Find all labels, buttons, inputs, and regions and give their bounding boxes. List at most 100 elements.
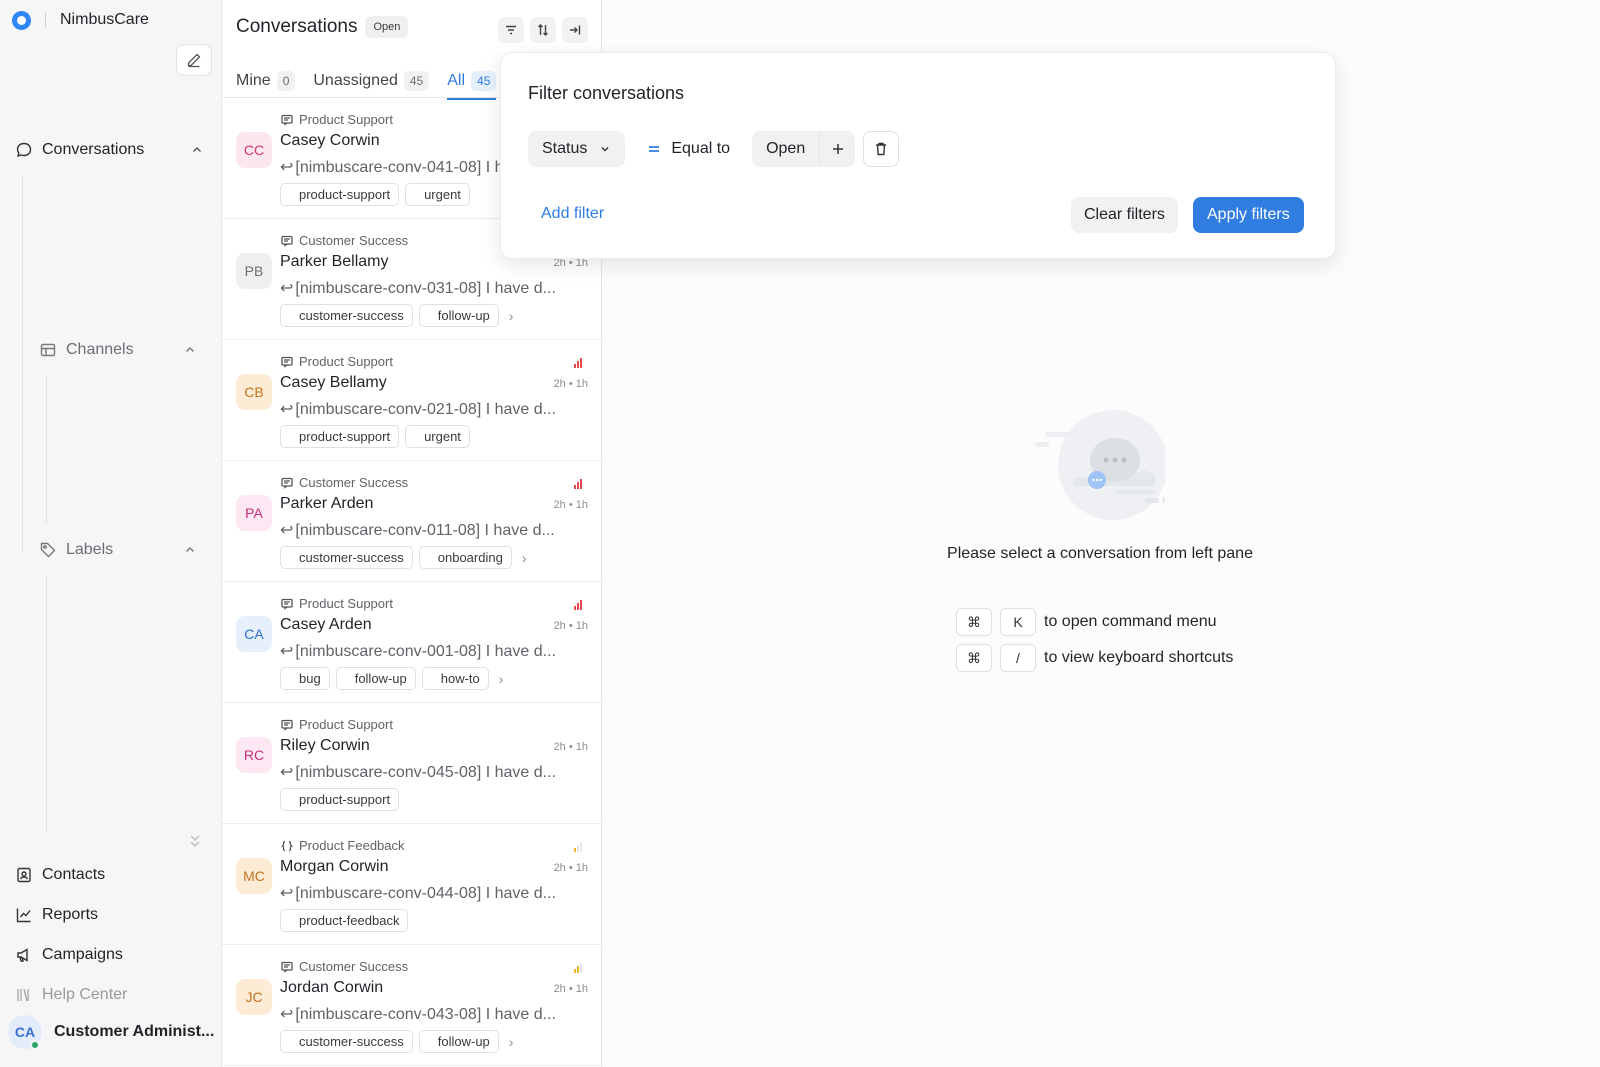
inbox-name: Product Feedback xyxy=(299,838,405,853)
label-chip[interactable]: product-support xyxy=(280,183,400,206)
shortcut-keyboard-shortcuts: ⌘ / to view keyboard shortcuts xyxy=(956,644,1233,672)
label-list: product-support urgent xyxy=(280,425,476,448)
collapse-panel-button[interactable] xyxy=(562,17,588,43)
chevron-up-icon[interactable] xyxy=(183,543,197,557)
avatar: PB xyxy=(236,253,272,289)
clear-filters-button[interactable]: Clear filters xyxy=(1071,197,1178,233)
contact-name: Riley Corwin xyxy=(280,737,370,754)
reply-icon: ↩ xyxy=(280,1006,294,1023)
conversation-item[interactable]: RC Product Support Riley Corwin 2h • 1h ↩ [ni… xyxy=(222,703,601,824)
label-chip[interactable]: product-support xyxy=(280,425,400,448)
nav-help-center-label: Help Center xyxy=(42,986,128,1003)
sidebar: NimbusCare Conversations Channels Labels… xyxy=(0,0,222,1067)
sort-button[interactable] xyxy=(530,17,556,43)
label-list: customer-success onboarding › xyxy=(280,546,526,569)
filter-operator-select[interactable]: Equal to xyxy=(647,140,730,158)
preview-text: [nimbuscare-conv-021-08] I have d... xyxy=(295,401,556,418)
conversation-item[interactable]: MC Product Feedback Morgan Corwin 2h • 1h ↩[… xyxy=(222,824,601,945)
label-chip[interactable]: follow-up xyxy=(418,1030,499,1053)
key-cmd: ⌘ xyxy=(956,608,992,636)
reply-icon: ↩ xyxy=(280,280,294,297)
chevron-up-icon[interactable] xyxy=(190,143,204,157)
label-chip[interactable]: product-feedback xyxy=(280,909,409,932)
plus-icon xyxy=(832,144,843,154)
label-chip[interactable]: bug xyxy=(280,667,330,690)
filter-button[interactable] xyxy=(498,17,524,43)
label-chip[interactable]: urgent xyxy=(405,425,470,448)
tab-all[interactable]: All 45 xyxy=(447,64,497,100)
add-filter-button[interactable]: Add filter xyxy=(541,205,604,223)
preview-text: [nimbuscare-conv-001-08] I have d... xyxy=(295,643,556,660)
label-chip[interactable]: customer-success xyxy=(280,546,413,569)
label-chip[interactable]: customer-success xyxy=(280,1030,413,1053)
status-badge[interactable]: Open xyxy=(365,16,409,38)
inbox-label: Product Support xyxy=(280,596,393,611)
nav-contacts[interactable]: Contacts xyxy=(14,865,105,885)
label-chip[interactable]: follow-up xyxy=(335,667,416,690)
label-list: product-support xyxy=(280,788,405,811)
brand-logo xyxy=(12,10,31,30)
avatar-initials: CA xyxy=(14,1024,36,1040)
label-chip[interactable]: follow-up xyxy=(418,304,499,327)
chevron-right-icon[interactable]: › xyxy=(509,1034,514,1050)
conversation-item[interactable]: PA Customer Success Parker Arden 2h • 1h ↩ [n… xyxy=(222,461,601,582)
nav-help-center[interactable]: Help Center xyxy=(14,985,127,1005)
nav-tree-line xyxy=(22,175,23,553)
nav-conversations[interactable]: Conversations xyxy=(14,140,144,160)
inbox-icon xyxy=(280,960,294,974)
label-chip[interactable]: onboarding xyxy=(418,546,512,569)
contact-name: Morgan Corwin xyxy=(280,858,389,875)
message-preview: ↩ [nimbuscare-conv-021-08] I have d... xyxy=(280,399,580,419)
label-chip[interactable]: how-to xyxy=(421,667,489,690)
filter-value[interactable]: Open xyxy=(752,140,819,158)
priority-icon xyxy=(574,842,586,852)
reply-icon: ↩ xyxy=(280,643,294,660)
chevron-right-icon[interactable]: › xyxy=(499,671,504,687)
chevron-right-icon[interactable]: › xyxy=(509,308,514,324)
tab-mine[interactable]: Mine 0 xyxy=(236,64,296,98)
label-chip[interactable]: customer-success xyxy=(280,304,413,327)
nav-reports[interactable]: Reports xyxy=(14,905,98,925)
delete-filter-button[interactable] xyxy=(863,131,900,167)
contact-name: Casey Corwin xyxy=(280,132,380,149)
compose-button[interactable] xyxy=(176,44,212,76)
conversation-item[interactable]: JC Customer Success Jordan Corwin 2h • 1h ↩[… xyxy=(222,945,601,1066)
label-list: bug follow-up how-to › xyxy=(280,667,503,690)
label-chip[interactable]: urgent xyxy=(405,183,470,206)
conversation-tabs: Mine 0 Unassigned 45 All 45 xyxy=(236,64,514,100)
avatar-initials: CB xyxy=(244,384,264,400)
inbox-icon xyxy=(280,234,294,248)
priority-icon xyxy=(574,358,586,368)
chevron-up-icon[interactable] xyxy=(183,343,197,357)
chevron-right-icon[interactable]: › xyxy=(522,550,527,566)
current-user[interactable]: CA Customer Administ... xyxy=(8,1015,214,1050)
brand-separator xyxy=(45,13,46,27)
nav-contacts-label: Contacts xyxy=(42,866,106,883)
preview-text: [nimbuscare-conv-031-08] I have d... xyxy=(295,280,556,297)
apply-filters-button[interactable]: Apply filters xyxy=(1193,197,1304,233)
inbox-name: Product Support xyxy=(299,354,393,369)
reply-icon: ↩ xyxy=(280,885,294,902)
conversation-item[interactable]: CA Product Support Casey Arden 2h • 1h ↩ [nim… xyxy=(222,582,601,703)
tab-label: All xyxy=(447,72,466,89)
add-value-button[interactable] xyxy=(819,131,855,167)
tab-count: 45 xyxy=(471,71,497,91)
double-chevron-down-icon[interactable] xyxy=(187,830,203,852)
conversation-item[interactable]: CB Product Support Casey Bellamy 2h • 1h ↩ [n… xyxy=(222,340,601,461)
message-preview: ↩ [nimbuscare-conv-011-08] I have d... xyxy=(280,520,580,540)
nav-channels[interactable]: Channels xyxy=(38,340,134,360)
channels-tree-line xyxy=(46,375,47,523)
inbox-label: Customer Success xyxy=(280,959,408,974)
nav-labels-label: Labels xyxy=(66,541,114,558)
tag-icon xyxy=(38,540,58,560)
label-chip[interactable]: product-support xyxy=(280,788,400,811)
nav-labels[interactable]: Labels xyxy=(38,540,113,560)
nav-campaigns[interactable]: Campaigns xyxy=(14,945,123,965)
campaigns-icon xyxy=(14,945,34,965)
contact-name: Casey Arden xyxy=(280,616,372,633)
filter-attribute-select[interactable]: Status xyxy=(528,131,626,167)
label-list: customer-success follow-up › xyxy=(280,1030,513,1053)
message-preview: ↩ [nimbuscare-conv-001-08] I have d... xyxy=(280,641,580,661)
tab-unassigned[interactable]: Unassigned 45 xyxy=(313,64,430,98)
timestamp: 2h • 1h xyxy=(553,499,588,511)
